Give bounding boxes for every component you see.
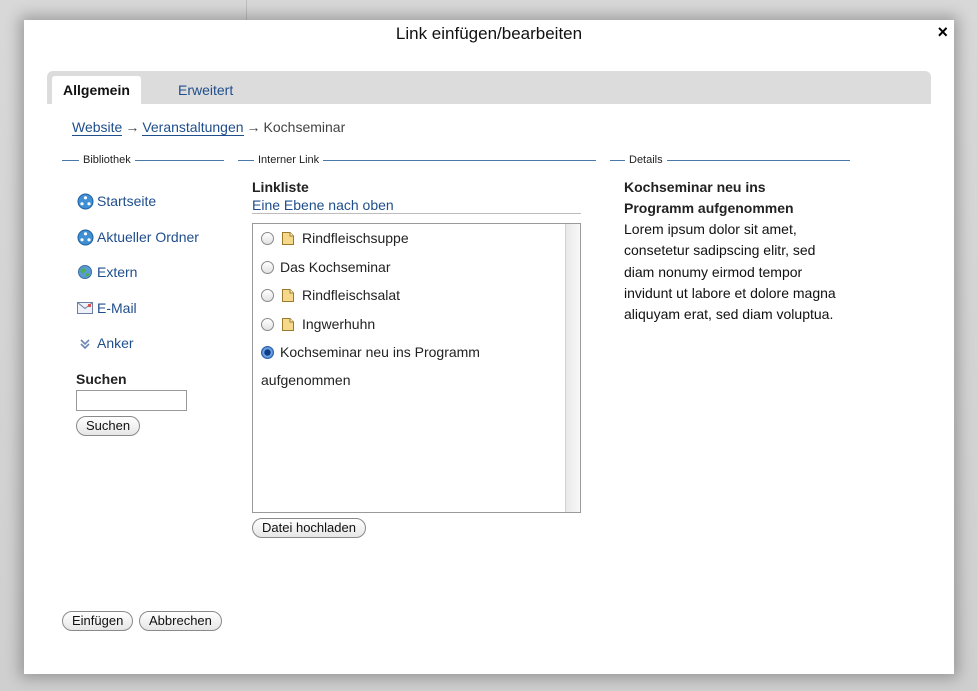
breadcrumb-veranstaltungen[interactable]: Veranstaltungen [142, 119, 244, 136]
details-heading: Kochseminar neu ins Programm aufgenommen [624, 179, 794, 216]
dialog-title: Link einfügen/bearbeiten [395, 24, 583, 43]
level-up-link[interactable]: Eine Ebene nach oben [252, 197, 394, 213]
radio-button[interactable] [261, 288, 274, 302]
insert-button[interactable]: Einfügen [62, 611, 134, 631]
email-icon [76, 299, 94, 317]
list-item-selected[interactable]: Kochseminar neu ins Programm [261, 344, 480, 360]
library-item-aktueller-ordner[interactable]: Aktueller Ordner [76, 227, 199, 247]
upload-file-button[interactable]: Datei hochladen [252, 518, 366, 538]
breadcrumb-separator: → [125, 119, 140, 135]
anchor-icon [76, 334, 94, 352]
list-item-label: Rindfleischsuppe [302, 230, 409, 246]
library-item-anker[interactable]: Anker [76, 333, 134, 353]
details-legend-label: Details [625, 153, 667, 167]
details-legend: Details [610, 153, 850, 167]
internal-link-legend: Interner Link [238, 153, 596, 167]
document-icon [282, 231, 294, 245]
list-item-label: Ingwerhuhn [302, 316, 376, 332]
list-item-label-continuation: aufgenommen [261, 372, 351, 388]
library-item-startseite[interactable]: Startseite [76, 191, 156, 211]
list-item[interactable]: Ingwerhuhn [261, 316, 375, 332]
list-item-label: Rindfleischsalat [302, 287, 401, 303]
tab-allgemein[interactable]: Allgemein [52, 76, 141, 104]
breadcrumb-website[interactable]: Website [72, 119, 123, 136]
library-item-label: Startseite [97, 193, 157, 209]
link-dialog: Link einfügen/bearbeiten × Allgemein Erw… [24, 20, 954, 674]
close-icon[interactable]: × [937, 22, 948, 42]
globe-icon [76, 263, 94, 281]
library-item-extern[interactable]: Extern [76, 262, 137, 282]
search-button[interactable]: Suchen [76, 416, 141, 436]
home-node-icon [76, 192, 94, 210]
list-item[interactable]: Das Kochseminar [261, 259, 391, 275]
details-body: Lorem ipsum dolor sit amet, consetetur s… [624, 221, 836, 323]
library-legend: Bibliothek [62, 153, 224, 167]
list-item-label: Das Kochseminar [280, 259, 391, 275]
document-icon [282, 317, 294, 331]
breadcrumb-separator: → [246, 119, 261, 135]
tab-bar: Allgemein Erweitert [47, 71, 931, 104]
breadcrumb-current: Kochseminar [263, 119, 346, 135]
link-list-divider [252, 213, 581, 214]
library-item-label: Aktueller Ordner [97, 229, 199, 245]
list-item[interactable]: Rindfleischsuppe [261, 230, 409, 246]
folder-node-icon [76, 228, 94, 246]
library-item-email[interactable]: E-Mail [76, 298, 137, 318]
radio-button[interactable] [261, 260, 274, 274]
library-item-label: E-Mail [97, 300, 137, 316]
library-legend-label: Bibliothek [79, 153, 135, 167]
list-item[interactable]: Rindfleischsalat [261, 287, 400, 303]
breadcrumb: Website → Veranstaltungen → Kochseminar [72, 119, 346, 136]
search-heading: Suchen [76, 371, 127, 387]
radio-button[interactable] [261, 317, 274, 331]
library-item-label: Anker [97, 335, 134, 351]
link-list-title: Linkliste [252, 179, 309, 195]
cancel-button[interactable]: Abbrechen [139, 611, 222, 631]
radio-button-selected[interactable] [261, 345, 274, 359]
search-input[interactable] [76, 390, 187, 411]
radio-button[interactable] [261, 231, 274, 245]
tab-erweitert[interactable]: Erweitert [167, 76, 244, 104]
list-scrollbar[interactable] [565, 224, 580, 512]
list-item-label: Kochseminar neu ins Programm [280, 344, 480, 360]
link-list: Rindfleischsuppe Das Kochseminar Rindfle… [252, 223, 581, 513]
library-item-label: Extern [97, 264, 138, 280]
document-icon [282, 288, 294, 302]
internal-link-legend-label: Interner Link [254, 153, 324, 167]
